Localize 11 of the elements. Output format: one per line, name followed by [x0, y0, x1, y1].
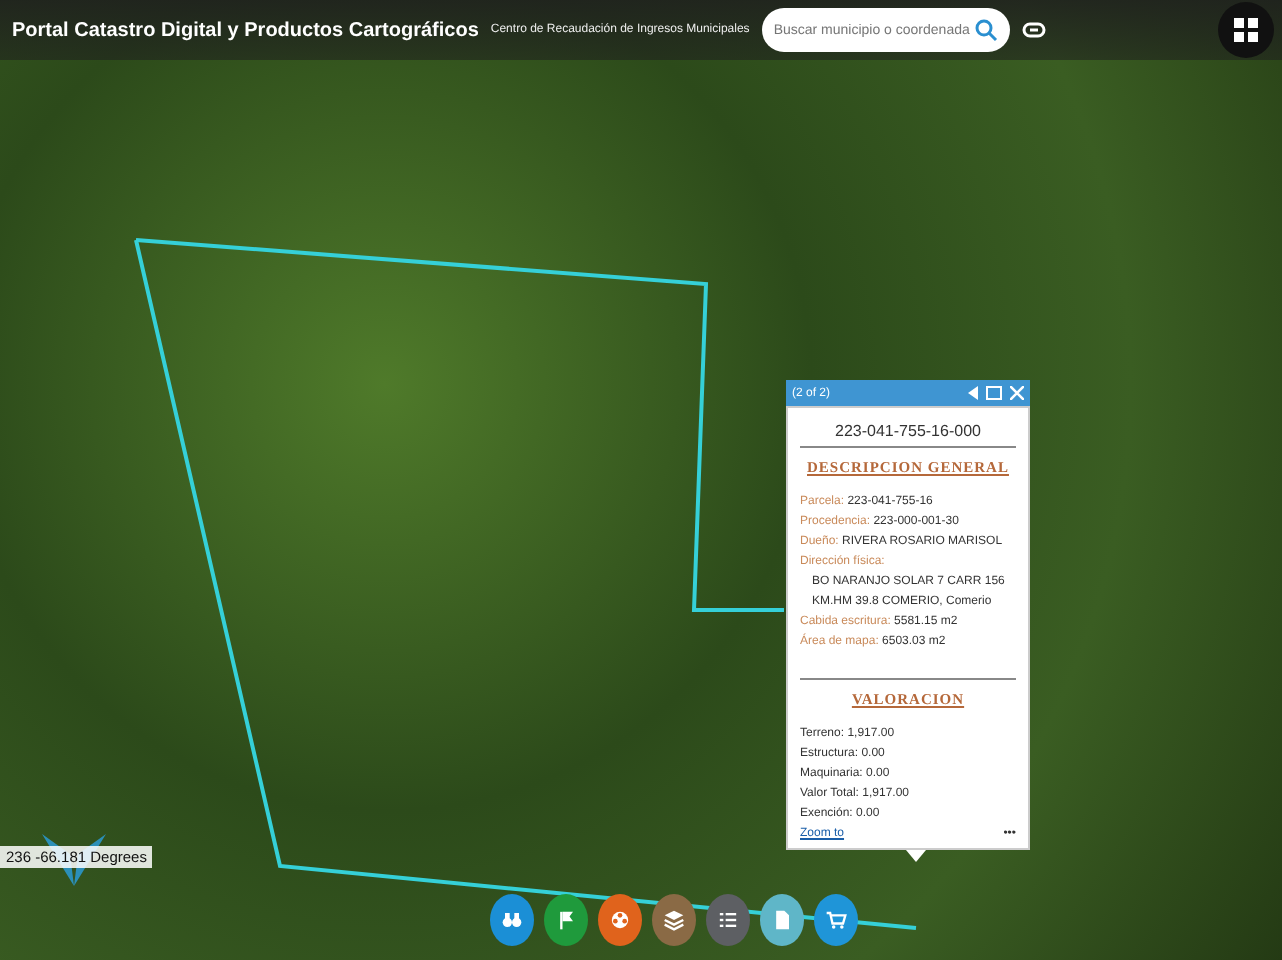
apps-button[interactable] — [1218, 2, 1274, 58]
layers-icon — [660, 906, 688, 934]
close-icon[interactable] — [1010, 386, 1024, 400]
maximize-icon[interactable] — [986, 386, 1002, 400]
search-icon[interactable] — [973, 18, 998, 42]
parcel-number: 223-041-755-16-000 — [833, 422, 983, 440]
portal-title: Portal Catastro Digital y Productos Cartográficos — [12, 19, 479, 41]
grid-icon — [1234, 18, 1258, 42]
cart-icon — [822, 906, 850, 934]
previous-icon[interactable] — [968, 386, 978, 400]
link-icon[interactable] — [1021, 20, 1046, 40]
